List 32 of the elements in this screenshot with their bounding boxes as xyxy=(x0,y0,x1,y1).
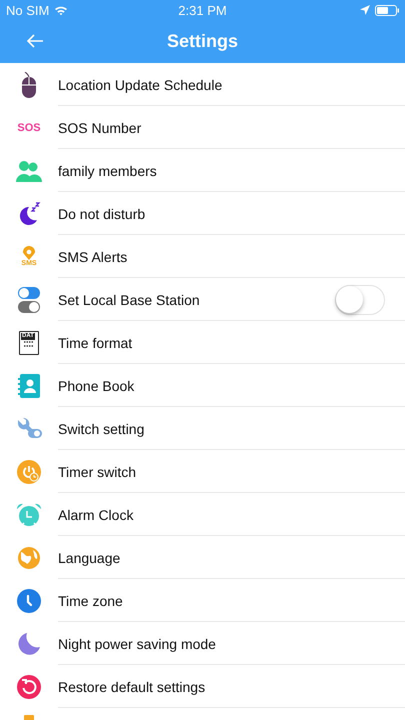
settings-row[interactable]: Language xyxy=(0,536,405,579)
settings-row[interactable]: Do not disturb xyxy=(0,192,405,235)
settings-row[interactable]: Location Update Schedule xyxy=(0,63,405,106)
settings-row[interactable]: Phone Book xyxy=(0,364,405,407)
settings-row[interactable]: Restore default settings xyxy=(0,665,405,708)
row-label: Do not disturb xyxy=(58,206,146,222)
clock-time: 2:31 PM xyxy=(177,2,228,18)
settings-row[interactable]: Timer switch xyxy=(0,450,405,493)
row-label: SMS Alerts xyxy=(58,248,128,264)
row-label: family members xyxy=(58,162,157,178)
row-label: Language xyxy=(58,550,120,566)
row-label: Time format xyxy=(58,334,132,350)
row-label: Night power saving mode xyxy=(58,636,216,652)
settings-row[interactable]: Night power saving mode xyxy=(0,622,405,665)
settings-row[interactable]: Time zone xyxy=(0,579,405,622)
page-title: Settings xyxy=(166,31,238,52)
carrier: No SIM xyxy=(6,2,50,18)
row-label: Timer switch xyxy=(58,464,136,480)
row-label: Time zone xyxy=(58,592,123,608)
row-label: Phone Book xyxy=(58,378,134,394)
row-label: Location Update Schedule xyxy=(58,76,222,92)
settings-row[interactable]: Switch setting xyxy=(0,407,405,450)
settings-row[interactable]: family members xyxy=(0,149,405,192)
row-label: Set Local Base Station xyxy=(58,292,200,308)
row-label: SOS Number xyxy=(58,120,142,136)
row-label: Switch setting xyxy=(58,420,144,436)
settings-row[interactable]: SOS SOS Number xyxy=(0,106,405,149)
settings-row[interactable]: Alarm Clock xyxy=(0,493,405,536)
sos-icon: SOS xyxy=(17,122,41,134)
settings-row[interactable]: Set Local Base Station xyxy=(0,278,405,321)
row-label: Alarm Clock xyxy=(58,506,134,522)
row-label: Restore default settings xyxy=(58,678,206,694)
